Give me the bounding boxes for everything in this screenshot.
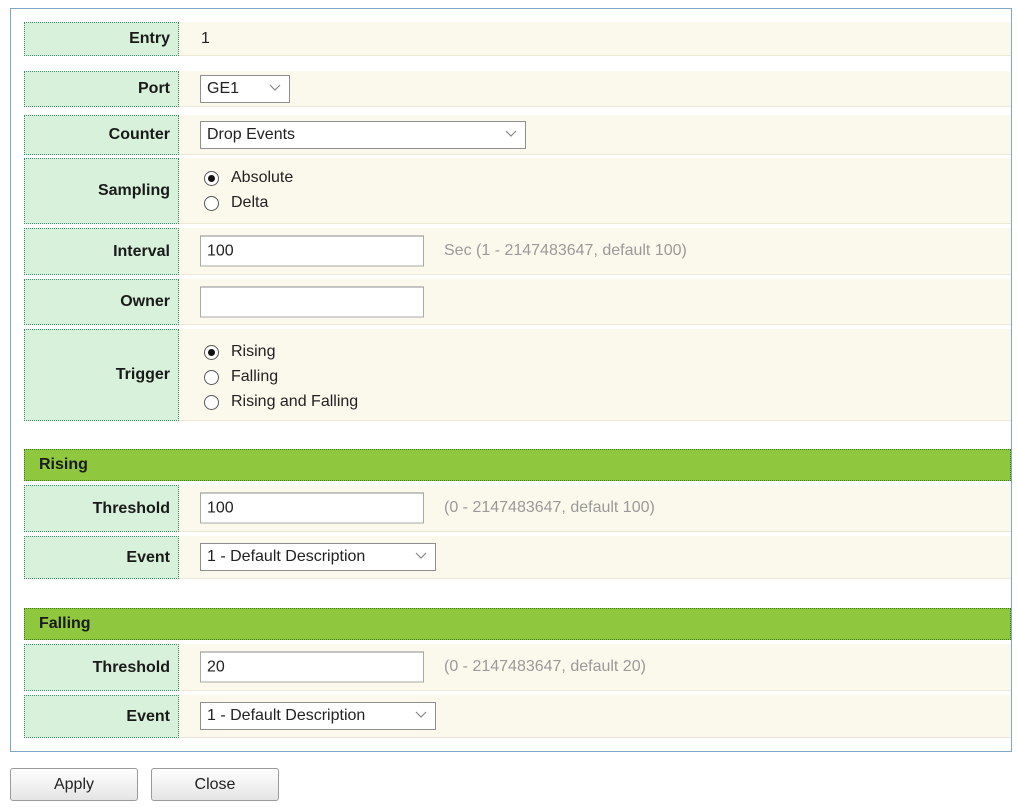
rising-event-label: Event [24,536,179,579]
chevron-down-icon [504,127,518,141]
chevron-down-icon [414,549,428,563]
owner-label: Owner [24,279,179,325]
radio-selected-icon[interactable] [204,170,219,186]
trigger-option-label: Rising and Falling [231,393,359,410]
chevron-down-icon [268,81,282,95]
falling-threshold-row: Threshold (0 - 2147483647, default 20) [24,644,1011,691]
rising-threshold-row: Threshold (0 - 2147483647, default 100) [24,485,1011,532]
rising-threshold-hint: (0 - 2147483647, default 100) [444,499,655,516]
counter-label: Counter [24,115,179,155]
entry-label: Entry [24,22,179,56]
trigger-option-label: Falling [231,368,279,385]
falling-threshold-input[interactable] [200,651,424,683]
trigger-option-falling[interactable]: Falling [204,366,278,388]
counter-select[interactable]: Drop Events [200,120,526,149]
entry-value: 1 [201,29,210,47]
interval-input[interactable] [200,235,424,267]
port-row: Port GE1 [24,71,1011,107]
owner-input[interactable] [200,286,424,317]
interval-label: Interval [24,228,179,275]
sampling-option-label: Delta [231,194,269,211]
sampling-row: Sampling Absolute Delta [24,158,1011,224]
sampling-option-absolute[interactable]: Absolute [204,167,293,189]
radio-unselected-icon[interactable] [204,195,219,211]
close-button[interactable]: Close [151,768,279,801]
interval-hint: Sec (1 - 2147483647, default 100) [444,242,687,259]
rising-event-select[interactable]: 1 - Default Description [200,543,436,571]
rising-event-row: Event 1 - Default Description [24,536,1011,579]
interval-row: Interval Sec (1 - 2147483647, default 10… [24,228,1011,275]
falling-threshold-hint: (0 - 2147483647, default 20) [444,658,646,675]
rising-event-select-value: 1 - Default Description [207,548,366,565]
trigger-option-label: Rising [231,343,276,360]
sampling-label: Sampling [24,158,179,224]
port-select[interactable]: GE1 [200,74,290,103]
radio-unselected-icon[interactable] [204,394,219,410]
sampling-option-delta[interactable]: Delta [204,192,268,214]
radio-selected-icon[interactable] [204,344,219,360]
counter-select-value: Drop Events [207,125,296,143]
port-label: Port [24,71,179,107]
falling-event-label: Event [24,695,179,738]
trigger-option-rising-and-falling[interactable]: Rising and Falling [204,391,358,413]
counter-row: Counter Drop Events [24,115,1011,155]
rmon-alarm-form-panel: Entry 1 Port GE1 Counter Drop Events Sam… [10,8,1012,752]
trigger-row: Trigger Rising Falling Rising and Fallin… [24,329,1011,421]
falling-event-row: Event 1 - Default Description [24,695,1011,738]
sampling-option-label: Absolute [231,169,294,186]
rising-section-header: Rising [24,449,1011,481]
radio-unselected-icon[interactable] [204,369,219,385]
falling-event-select[interactable]: 1 - Default Description [200,702,436,730]
entry-row: Entry 1 [24,22,1011,56]
port-select-value: GE1 [207,79,240,97]
apply-button[interactable]: Apply [10,768,138,801]
rising-threshold-input[interactable] [200,492,424,524]
trigger-option-rising[interactable]: Rising [204,341,275,363]
owner-row: Owner [24,279,1011,325]
trigger-label: Trigger [24,329,179,421]
falling-event-select-value: 1 - Default Description [207,707,366,724]
rising-threshold-label: Threshold [24,485,179,532]
falling-threshold-label: Threshold [24,644,179,691]
chevron-down-icon [414,708,428,722]
falling-section-header: Falling [24,608,1011,640]
